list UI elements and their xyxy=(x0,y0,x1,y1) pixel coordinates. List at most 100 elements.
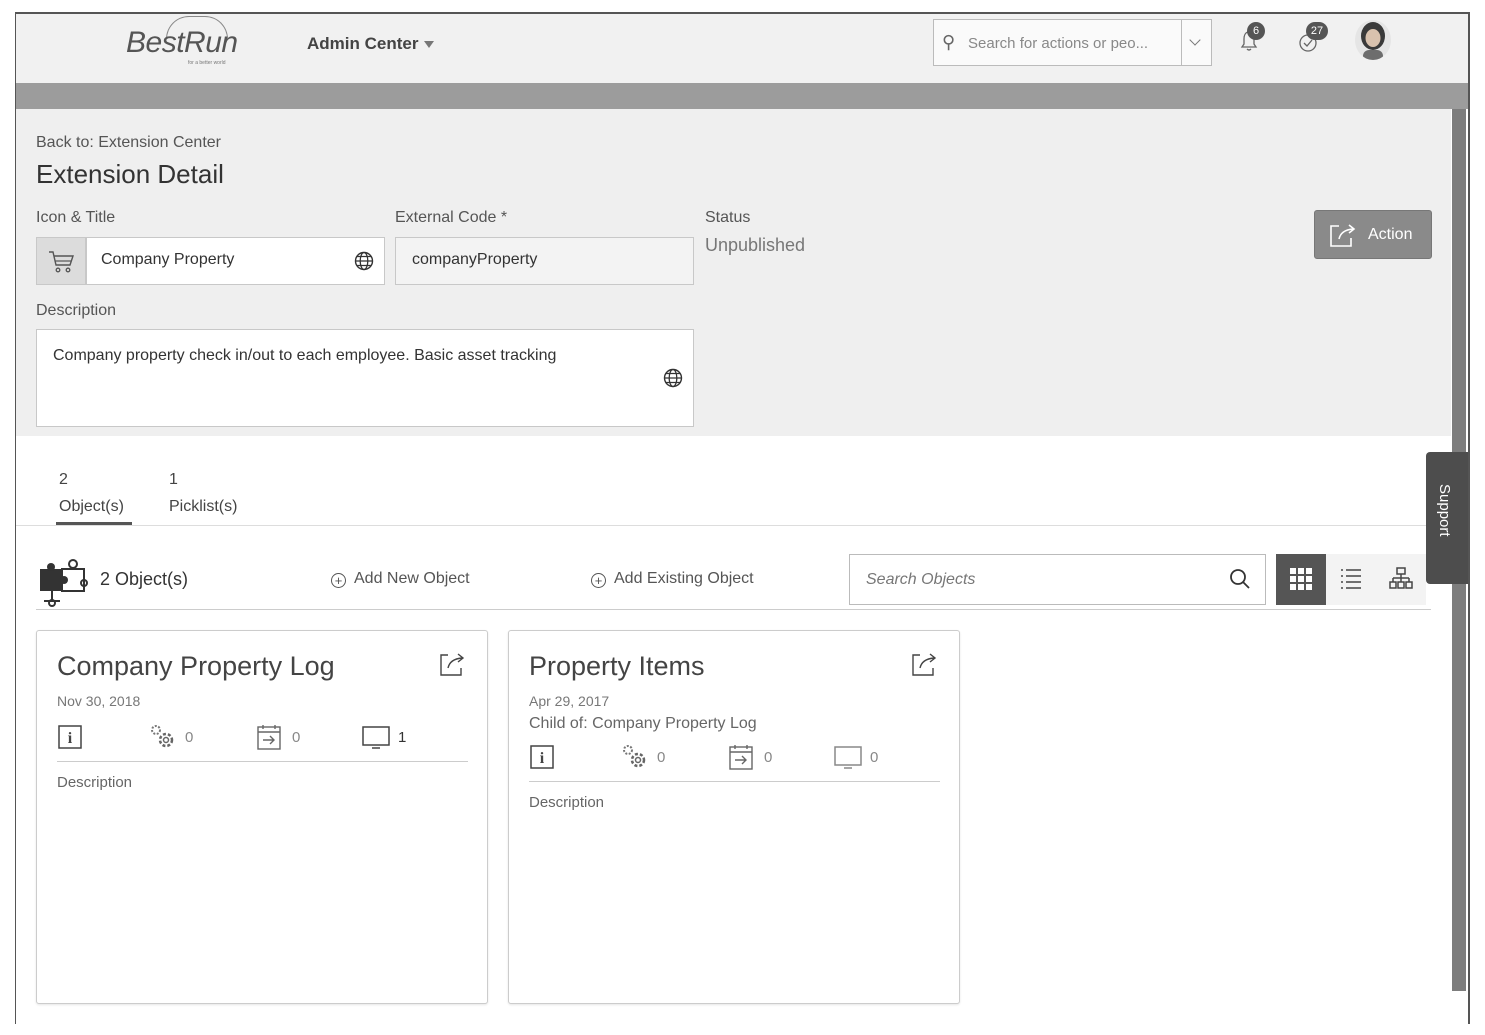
global-search-placeholder: Search for actions or peo... xyxy=(968,35,1149,52)
card-date: Nov 30, 2018 xyxy=(57,693,141,709)
add-new-object-label: Add New Object xyxy=(354,570,470,587)
title-input[interactable]: Company Property xyxy=(86,237,385,285)
card-description: Description xyxy=(529,794,605,811)
icon-title-label: Icon & Title xyxy=(36,209,116,226)
external-code-label: External Code * xyxy=(395,209,508,226)
list-view-button[interactable] xyxy=(1326,554,1376,605)
add-existing-object-button[interactable]: + Add Existing Object xyxy=(591,570,754,588)
svg-text:i: i xyxy=(68,730,73,747)
external-code-input[interactable]: companyProperty xyxy=(395,237,694,285)
card-divider xyxy=(57,761,468,762)
shell-bar: BestRun for a better world Admin Center … xyxy=(16,14,1468,83)
external-code-value: companyProperty xyxy=(412,251,538,268)
object-search-input[interactable]: Search Objects xyxy=(849,554,1266,605)
card-stats: i 0 0 0 xyxy=(529,743,939,779)
screens-stat[interactable]: 1 xyxy=(362,723,406,753)
search-dropdown-button[interactable] xyxy=(1181,20,1211,65)
global-search[interactable]: ⚲ Search for actions or peo... xyxy=(933,19,1212,66)
action-share-icon xyxy=(1330,224,1356,247)
tab-picklists[interactable]: 1 Picklist(s) xyxy=(169,471,237,516)
action-button[interactable]: Action xyxy=(1314,210,1432,259)
support-tab[interactable]: Support xyxy=(1426,452,1468,584)
screens-count: 1 xyxy=(398,729,407,746)
description-value: Company property check in/out to each em… xyxy=(53,347,557,364)
notifications-badge: 6 xyxy=(1247,22,1265,40)
app-frame: BestRun for a better world Admin Center … xyxy=(15,12,1470,1024)
logo-tagline: for a better world xyxy=(188,60,226,66)
page-title: Extension Detail xyxy=(36,159,224,189)
svg-text:i: i xyxy=(540,750,545,767)
admin-center-label: Admin Center xyxy=(307,34,419,53)
logo[interactable]: BestRun xyxy=(126,26,238,60)
info-stat[interactable]: i xyxy=(57,723,85,753)
events-stat[interactable]: 0 xyxy=(256,723,300,753)
globe-icon[interactable] xyxy=(663,368,683,388)
card-title[interactable]: Property Items xyxy=(529,651,705,682)
events-count: 0 xyxy=(292,729,301,746)
events-count: 0 xyxy=(764,749,773,766)
back-link[interactable]: Back to: Extension Center xyxy=(36,134,221,152)
description-textarea[interactable]: Company property check in/out to each em… xyxy=(36,329,694,427)
tab-objects[interactable]: 2 Object(s) xyxy=(59,471,124,516)
card-divider xyxy=(529,781,940,782)
tasks-badge: 27 xyxy=(1306,22,1328,40)
notifications-button[interactable]: 6 xyxy=(1240,22,1265,52)
shell-band xyxy=(16,83,1468,109)
screens-stat[interactable]: 0 xyxy=(834,743,878,773)
open-external-icon[interactable] xyxy=(439,651,467,677)
object-count: 2 Object(s) xyxy=(100,569,189,589)
list-icon xyxy=(1341,569,1361,589)
rules-stat[interactable]: 0 xyxy=(621,743,665,773)
gears-icon xyxy=(151,725,174,748)
title-input-value: Company Property xyxy=(101,251,235,268)
calendar-arrow-icon xyxy=(257,725,281,750)
add-circle-icon: + xyxy=(591,573,606,588)
object-header: Back to: Extension Center Extension Deta… xyxy=(16,109,1451,436)
info-icon: i xyxy=(530,745,554,769)
object-card[interactable]: Property Items Apr 29, 2017 Child of: Co… xyxy=(508,630,960,1004)
grid-icon xyxy=(1290,568,1312,590)
card-stats: i 0 0 1 xyxy=(57,723,467,759)
card-description: Description xyxy=(57,774,133,791)
tab-divider xyxy=(16,525,1451,526)
gears-icon xyxy=(623,745,646,768)
card-parent: Child of: Company Property Log xyxy=(529,715,757,732)
globe-icon[interactable] xyxy=(354,251,374,271)
screens-count: 0 xyxy=(870,749,879,766)
open-external-icon[interactable] xyxy=(911,651,939,677)
grid-view-button[interactable] xyxy=(1276,554,1326,605)
puzzle-icon xyxy=(40,559,88,607)
events-stat[interactable]: 0 xyxy=(728,743,772,773)
tab-objects-label: Object(s) xyxy=(59,498,124,515)
add-circle-icon: + xyxy=(331,573,346,588)
object-search-placeholder: Search Objects xyxy=(866,571,976,588)
toolbar-divider xyxy=(36,609,1431,610)
tab-picklists-count: 1 xyxy=(169,471,178,488)
status-value: Unpublished xyxy=(705,235,806,255)
user-avatar[interactable] xyxy=(1355,20,1391,60)
rules-count: 0 xyxy=(185,729,194,746)
caret-down-icon xyxy=(424,41,435,49)
info-icon: i xyxy=(58,725,82,749)
icon-picker-button[interactable] xyxy=(36,237,86,285)
tab-picklists-label: Picklist(s) xyxy=(169,498,238,515)
calendar-arrow-icon xyxy=(729,745,753,770)
hierarchy-view-button[interactable] xyxy=(1376,554,1426,605)
object-card[interactable]: Company Property Log Nov 30, 2018 i 0 0 … xyxy=(36,630,488,1004)
search-icon[interactable] xyxy=(1229,568,1251,590)
tab-objects-count: 2 xyxy=(59,471,68,488)
add-existing-object-label: Add Existing Object xyxy=(614,570,754,587)
admin-center-menu[interactable]: Admin Center xyxy=(307,34,435,54)
search-icon: ⚲ xyxy=(942,32,956,52)
rules-stat[interactable]: 0 xyxy=(149,723,193,753)
support-label: Support xyxy=(1436,484,1453,537)
user-photo-icon xyxy=(1361,22,1385,60)
tasks-button[interactable]: 27 xyxy=(1298,22,1328,52)
status-label: Status xyxy=(705,209,751,226)
action-label: Action xyxy=(1368,226,1413,243)
add-new-object-button[interactable]: + Add New Object xyxy=(331,570,470,588)
monitor-icon xyxy=(362,726,390,749)
card-title[interactable]: Company Property Log xyxy=(57,651,335,682)
cart-icon xyxy=(49,251,74,273)
info-stat[interactable]: i xyxy=(529,743,557,773)
